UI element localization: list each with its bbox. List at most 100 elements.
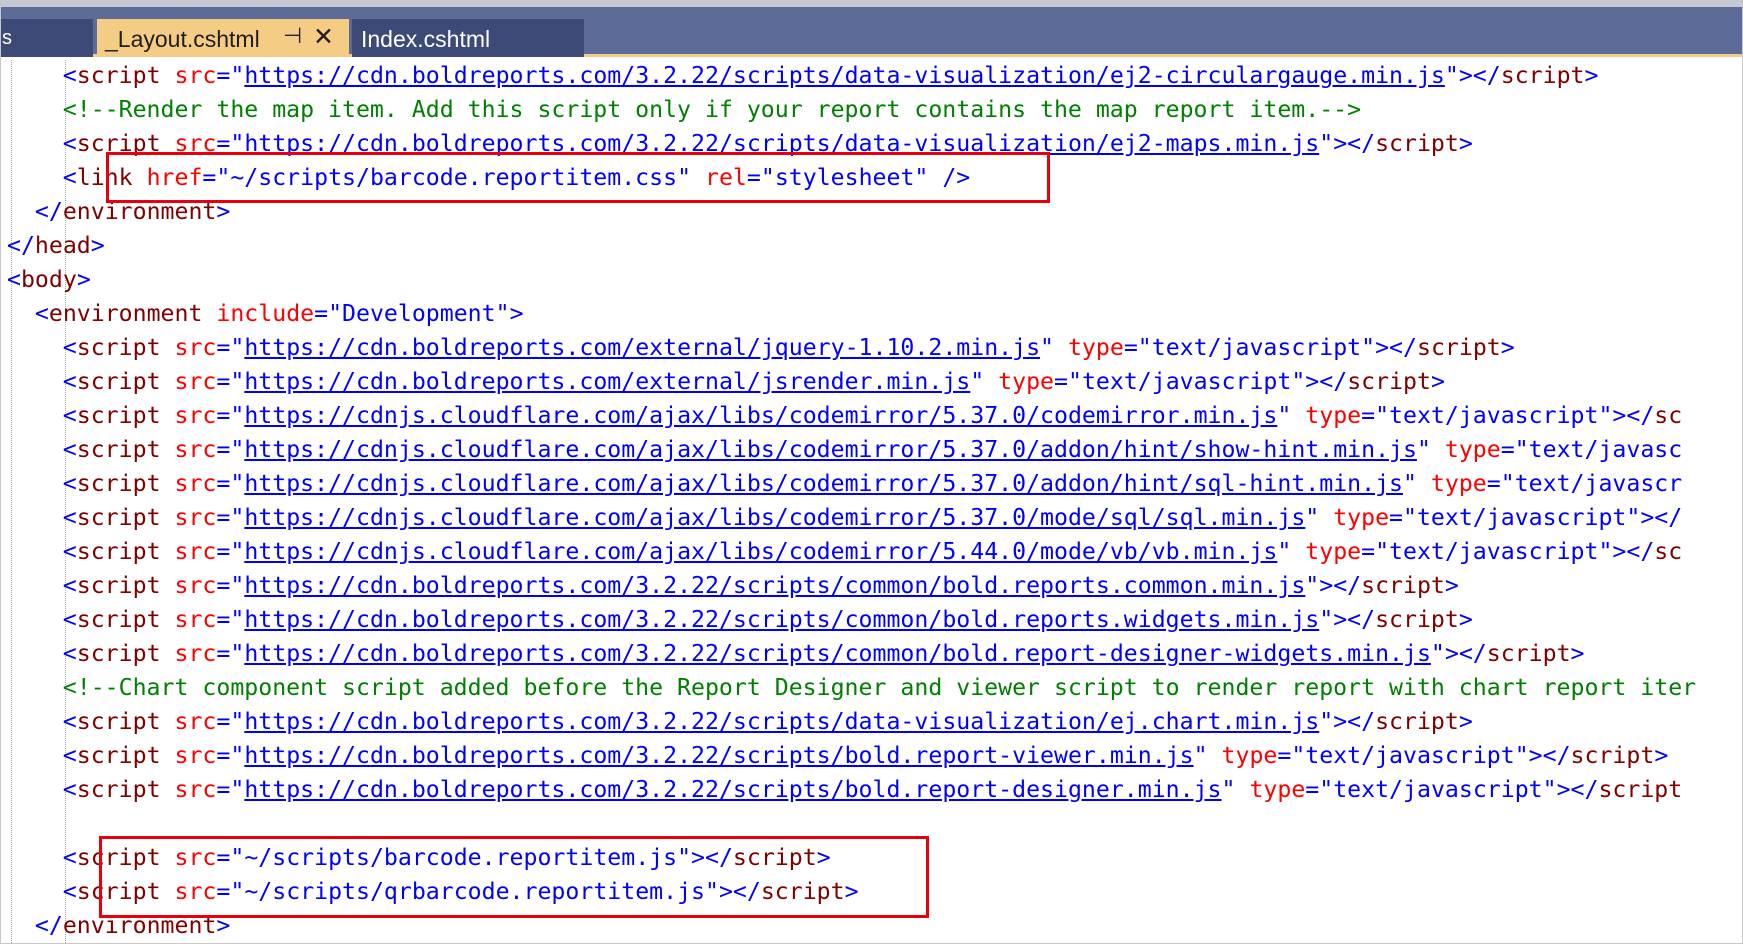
code-punctuation: "></ bbox=[1305, 572, 1362, 599]
code-line: <script src="https://cdn.boldreports.com… bbox=[63, 569, 1459, 603]
code-punctuation: < bbox=[62, 368, 77, 395]
code-tag-name: script bbox=[76, 504, 161, 531]
code-line: <!--Chart component script added before … bbox=[63, 671, 1696, 705]
code-punctuation: =" bbox=[216, 640, 245, 667]
code-line: <script src="https://cdn.boldreports.com… bbox=[63, 331, 1515, 365]
code-punctuation: > bbox=[1458, 130, 1473, 157]
code-punctuation: =" bbox=[1361, 402, 1390, 429]
code-line: <script src="https://cdn.boldreports.com… bbox=[63, 705, 1473, 739]
code-tag-name: script bbox=[76, 334, 161, 361]
code-attribute-value: text/javascript bbox=[1305, 742, 1515, 769]
code-punctuation: < bbox=[62, 572, 77, 599]
code-line: <script src="https://cdnjs.cloudflare.co… bbox=[63, 501, 1682, 535]
code-attribute-value: text/javascript bbox=[1389, 402, 1599, 429]
code-attribute-name: src bbox=[174, 538, 217, 565]
code-punctuation: "></ bbox=[1542, 776, 1599, 803]
code-punctuation bbox=[161, 504, 175, 531]
code-url-link[interactable]: https://cdnjs.cloudflare.com/ajax/libs/c… bbox=[244, 402, 1277, 429]
code-punctuation bbox=[161, 436, 175, 463]
code-url-link[interactable]: https://cdn.boldreports.com/external/jqu… bbox=[244, 334, 1040, 361]
code-line: <script src="https://cdn.boldreports.com… bbox=[63, 773, 1682, 807]
code-punctuation: =" bbox=[216, 742, 245, 769]
code-attribute-name: src bbox=[174, 742, 217, 769]
code-editor[interactable]: <script src="https://cdn.boldreports.com… bbox=[1, 60, 1742, 943]
code-punctuation bbox=[202, 300, 216, 327]
code-punctuation: < bbox=[62, 470, 77, 497]
code-punctuation bbox=[161, 62, 175, 89]
code-comment: <!--Chart component script added before … bbox=[62, 674, 1697, 701]
code-punctuation: =" bbox=[314, 300, 343, 327]
code-url-link[interactable]: https://cdnjs.cloudflare.com/ajax/libs/c… bbox=[244, 538, 1277, 565]
code-punctuation: > bbox=[1500, 334, 1515, 361]
code-comment: <!--Render the map item. Add this script… bbox=[62, 96, 1362, 123]
code-url-link[interactable]: https://cdn.boldreports.com/3.2.22/scrip… bbox=[244, 62, 1445, 89]
code-url-link[interactable]: https://cdn.boldreports.com/3.2.22/scrip… bbox=[244, 640, 1431, 667]
code-punctuation: =" bbox=[216, 470, 245, 497]
tab-layout-cshtml[interactable]: _Layout.cshtml ⊣ ✕ bbox=[97, 19, 349, 57]
code-punctuation: "></ bbox=[1319, 606, 1376, 633]
code-punctuation: =" bbox=[1486, 470, 1515, 497]
code-line: <body> bbox=[7, 263, 91, 297]
code-url-link[interactable]: https://cdn.boldreports.com/3.2.22/scrip… bbox=[244, 742, 1193, 769]
code-punctuation: "></ bbox=[1291, 368, 1348, 395]
code-punctuation bbox=[161, 402, 175, 429]
code-punctuation: </ bbox=[7, 232, 35, 259]
code-attribute-name: src bbox=[174, 470, 217, 497]
code-attribute-name: type bbox=[1221, 742, 1278, 769]
highlight-box-stylesheet-link bbox=[106, 152, 1050, 203]
code-punctuation: =" bbox=[216, 504, 245, 531]
code-punctuation: > bbox=[1444, 572, 1459, 599]
code-url-link[interactable]: https://cdnjs.cloudflare.com/ajax/libs/c… bbox=[244, 436, 1417, 463]
code-attribute-name: src bbox=[174, 640, 217, 667]
code-attribute-name: src bbox=[174, 402, 217, 429]
code-punctuation: "></ bbox=[1444, 62, 1501, 89]
code-tag-name: sc bbox=[1654, 538, 1683, 565]
code-punctuation bbox=[161, 572, 175, 599]
pin-icon[interactable]: ⊣ bbox=[283, 24, 302, 49]
code-attribute-value: text/javascript bbox=[1151, 334, 1362, 361]
code-url-link[interactable]: https://cdnjs.cloudflare.com/ajax/libs/c… bbox=[244, 504, 1305, 531]
code-tag-name: script bbox=[1347, 368, 1431, 395]
code-url-link[interactable]: https://cdn.boldreports.com/3.2.22/scrip… bbox=[244, 776, 1221, 803]
code-attribute-name: type bbox=[1305, 538, 1362, 565]
code-url-link[interactable]: https://cdn.boldreports.com/3.2.22/scrip… bbox=[244, 708, 1319, 735]
code-line: </head> bbox=[7, 229, 105, 263]
code-tag-name: script bbox=[76, 640, 161, 667]
code-punctuation: " bbox=[1403, 470, 1431, 497]
code-attribute-value: Development bbox=[342, 300, 496, 327]
close-icon[interactable]: ✕ bbox=[313, 22, 334, 51]
code-tag-name: script bbox=[76, 368, 161, 395]
code-punctuation: < bbox=[62, 62, 77, 89]
code-url-link[interactable]: https://cdnjs.cloudflare.com/ajax/libs/c… bbox=[244, 470, 1403, 497]
code-url-link[interactable]: https://cdn.boldreports.com/external/jsr… bbox=[244, 368, 970, 395]
code-attribute-name: include bbox=[216, 300, 315, 327]
code-punctuation: " bbox=[1305, 504, 1334, 531]
code-punctuation: "></ bbox=[1598, 402, 1655, 429]
code-url-link[interactable]: https://cdn.boldreports.com/3.2.22/scrip… bbox=[244, 572, 1305, 599]
tab-overflow[interactable]: s bbox=[1, 19, 93, 57]
editor-window: s _Layout.cshtml ⊣ ✕ Index.cshtml <scrip… bbox=[0, 0, 1743, 944]
code-attribute-name: type bbox=[1305, 402, 1362, 429]
document-tab-bar: s _Layout.cshtml ⊣ ✕ Index.cshtml bbox=[1, 7, 1742, 57]
code-tag-name: script bbox=[1375, 130, 1459, 157]
code-punctuation: > bbox=[1584, 62, 1599, 89]
code-punctuation bbox=[161, 368, 175, 395]
code-line: <script src="https://cdnjs.cloudflare.co… bbox=[63, 467, 1682, 501]
code-attribute-name: src bbox=[174, 334, 217, 361]
highlight-box-barcode-scripts bbox=[99, 836, 929, 918]
code-punctuation: =" bbox=[216, 538, 245, 565]
code-url-link[interactable]: https://cdn.boldreports.com/3.2.22/scrip… bbox=[244, 606, 1319, 633]
code-tag-name: script bbox=[76, 776, 161, 803]
code-tag-name: script bbox=[76, 742, 161, 769]
code-punctuation: < bbox=[62, 742, 77, 769]
code-tag-name: script bbox=[1598, 776, 1683, 803]
code-punctuation: < bbox=[62, 334, 77, 361]
code-tag-name: script bbox=[76, 572, 161, 599]
code-punctuation: " bbox=[1221, 776, 1250, 803]
code-attribute-value: text/javasc bbox=[1528, 436, 1683, 463]
code-line: <script src="https://cdn.boldreports.com… bbox=[63, 637, 1585, 671]
code-punctuation bbox=[161, 776, 175, 803]
code-punctuation: =" bbox=[1305, 776, 1334, 803]
code-punctuation: "></ bbox=[1598, 538, 1655, 565]
tab-index-cshtml[interactable]: Index.cshtml bbox=[352, 19, 584, 57]
